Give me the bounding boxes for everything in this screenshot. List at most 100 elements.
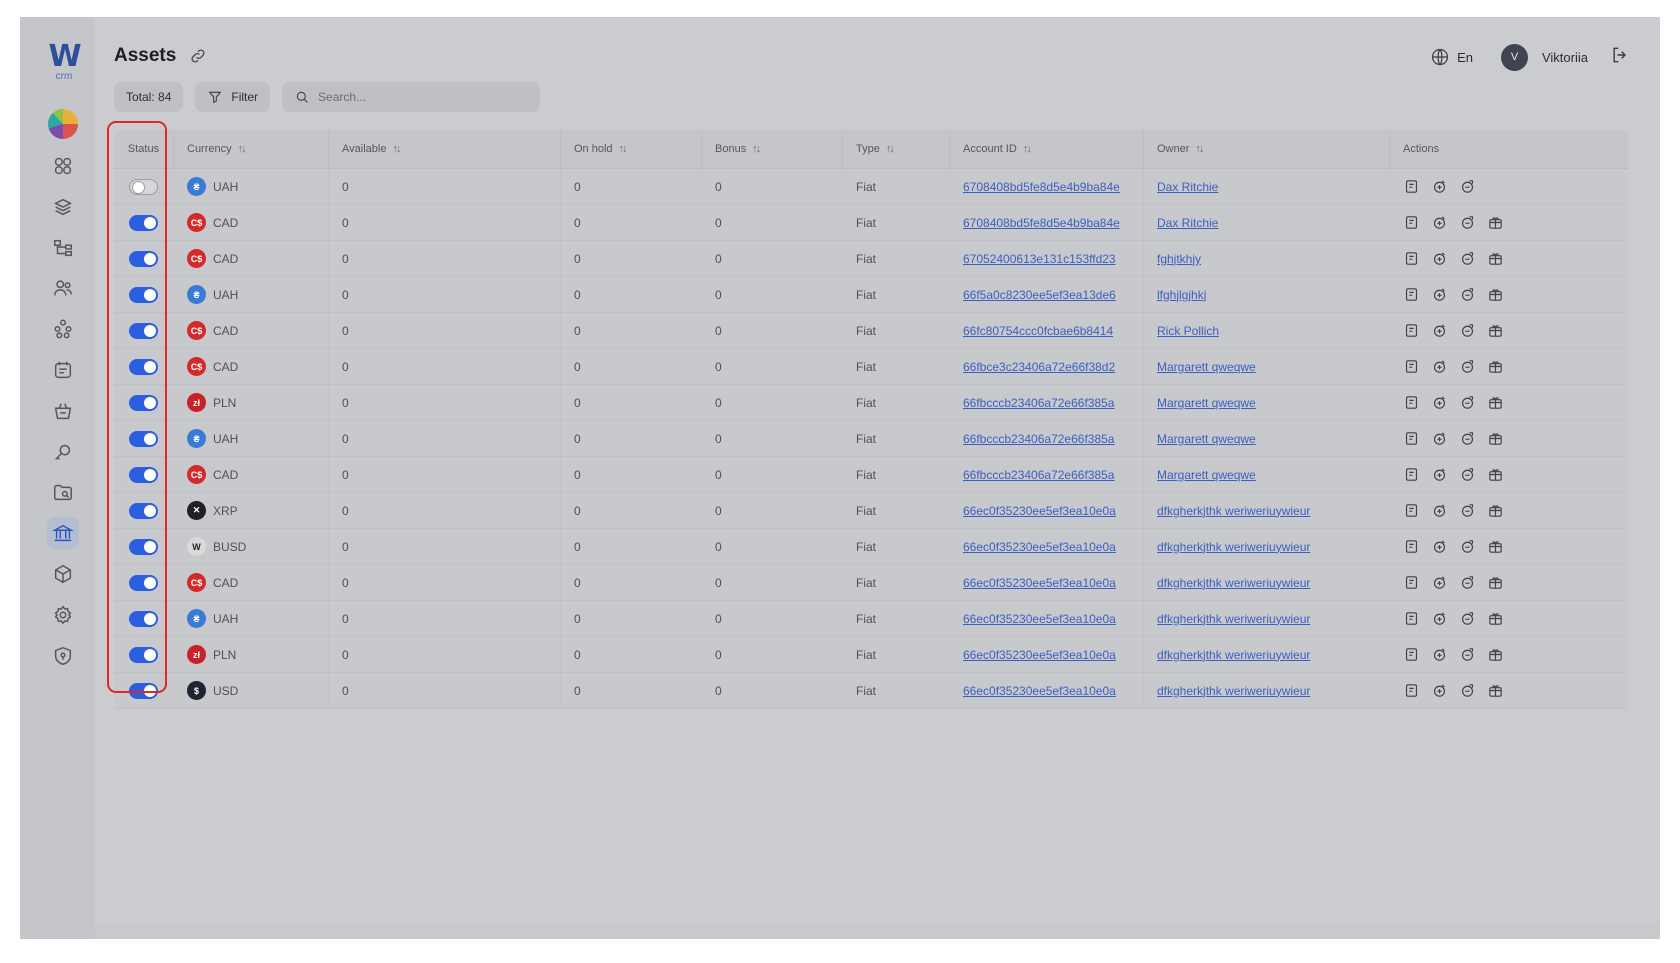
status-toggle[interactable] <box>129 286 158 303</box>
owner-link[interactable]: dfkgherkjthk weriweriuywieur <box>1157 648 1310 662</box>
account-id-link[interactable]: 66fbcccb23406a72e66f385a <box>963 432 1114 446</box>
account-id-link[interactable]: 6708408bd5fe8d5e4b9ba84e <box>963 180 1120 194</box>
account-id-link[interactable]: 66ec0f35230ee5ef3ea10e0a <box>963 576 1116 590</box>
language-switcher[interactable]: En <box>1430 47 1473 67</box>
bonus-icon[interactable] <box>1487 394 1504 411</box>
sidebar-item-basket[interactable] <box>47 395 79 427</box>
deposit-icon[interactable] <box>1431 466 1448 483</box>
bonus-icon[interactable] <box>1487 430 1504 447</box>
owner-link[interactable]: dfkgherkjthk weriweriuywieur <box>1157 504 1310 518</box>
filter-button[interactable]: Filter <box>195 82 271 112</box>
account-id-link[interactable]: 66ec0f35230ee5ef3ea10e0a <box>963 648 1116 662</box>
deposit-icon[interactable] <box>1431 250 1448 267</box>
receipt-icon[interactable] <box>1403 250 1420 267</box>
receipt-icon[interactable] <box>1403 358 1420 375</box>
receipt-icon[interactable] <box>1403 466 1420 483</box>
account-id-link[interactable]: 66ec0f35230ee5ef3ea10e0a <box>963 540 1116 554</box>
status-toggle[interactable] <box>129 646 158 663</box>
account-id-link[interactable]: 66ec0f35230ee5ef3ea10e0a <box>963 504 1116 518</box>
status-toggle[interactable] <box>129 358 158 375</box>
column-header-on-hold[interactable]: On hold ↑↓ <box>560 130 701 168</box>
receipt-icon[interactable] <box>1403 322 1420 339</box>
status-toggle[interactable] <box>129 322 158 339</box>
receipt-icon[interactable] <box>1403 574 1420 591</box>
receipt-icon[interactable] <box>1403 286 1420 303</box>
bonus-icon[interactable] <box>1487 574 1504 591</box>
account-id-link[interactable]: 66f5a0c8230ee5ef3ea13de6 <box>963 288 1116 302</box>
deposit-icon[interactable] <box>1431 610 1448 627</box>
withdraw-icon[interactable] <box>1459 610 1476 627</box>
account-id-link[interactable]: 66ec0f35230ee5ef3ea10e0a <box>963 684 1116 698</box>
withdraw-icon[interactable] <box>1459 358 1476 375</box>
withdraw-icon[interactable] <box>1459 322 1476 339</box>
account-id-link[interactable]: 6708408bd5fe8d5e4b9ba84e <box>963 216 1120 230</box>
receipt-icon[interactable] <box>1403 178 1420 195</box>
receipt-icon[interactable] <box>1403 538 1420 555</box>
column-header-available[interactable]: Available ↑↓ <box>328 130 560 168</box>
bonus-icon[interactable] <box>1487 538 1504 555</box>
status-toggle[interactable] <box>129 574 158 591</box>
withdraw-icon[interactable] <box>1459 214 1476 231</box>
bonus-icon[interactable] <box>1487 214 1504 231</box>
sidebar-item-folder-search[interactable] <box>47 476 79 508</box>
app-logo[interactable]: W crm <box>44 42 84 82</box>
status-toggle[interactable] <box>129 610 158 627</box>
sidebar-item-layers[interactable] <box>47 191 79 223</box>
receipt-icon[interactable] <box>1403 502 1420 519</box>
analytics-pie-icon[interactable] <box>48 109 78 139</box>
bonus-icon[interactable] <box>1487 682 1504 699</box>
deposit-icon[interactable] <box>1431 430 1448 447</box>
deposit-icon[interactable] <box>1431 574 1448 591</box>
status-toggle[interactable] <box>129 466 158 483</box>
avatar[interactable]: V <box>1500 43 1528 71</box>
status-toggle[interactable] <box>129 178 158 195</box>
account-id-link[interactable]: 66fbcccb23406a72e66f385a <box>963 396 1114 410</box>
link-icon[interactable] <box>189 47 207 65</box>
account-id-link[interactable]: 66ec0f35230ee5ef3ea10e0a <box>963 612 1116 626</box>
withdraw-icon[interactable] <box>1459 286 1476 303</box>
owner-link[interactable]: dfkgherkjthk weriweriuywieur <box>1157 684 1310 698</box>
bonus-icon[interactable] <box>1487 646 1504 663</box>
withdraw-icon[interactable] <box>1459 466 1476 483</box>
bonus-icon[interactable] <box>1487 502 1504 519</box>
withdraw-icon[interactable] <box>1459 646 1476 663</box>
sort-icon[interactable]: ↑↓ <box>886 143 895 155</box>
owner-link[interactable]: Dax Ritchie <box>1157 180 1218 194</box>
bonus-icon[interactable] <box>1487 466 1504 483</box>
sort-icon[interactable]: ↑↓ <box>1195 143 1204 155</box>
withdraw-icon[interactable] <box>1459 178 1476 195</box>
owner-link[interactable]: Margarett qweqwe <box>1157 432 1256 446</box>
deposit-icon[interactable] <box>1431 214 1448 231</box>
sort-icon[interactable]: ↑↓ <box>1023 143 1032 155</box>
account-id-link[interactable]: 66fbce3c23406a72e66f38d2 <box>963 360 1115 374</box>
sidebar-item-dashboard-grid[interactable] <box>47 150 79 182</box>
receipt-icon[interactable] <box>1403 682 1420 699</box>
sidebar-item-key[interactable] <box>47 436 79 468</box>
withdraw-icon[interactable] <box>1459 574 1476 591</box>
deposit-icon[interactable] <box>1431 394 1448 411</box>
account-id-link[interactable]: 66fbcccb23406a72e66f385a <box>963 468 1114 482</box>
status-toggle[interactable] <box>129 430 158 447</box>
owner-link[interactable]: dfkgherkjthk weriweriuywieur <box>1157 576 1310 590</box>
account-id-link[interactable]: 66fc80754ccc0fcbae6b8414 <box>963 324 1113 338</box>
bonus-icon[interactable] <box>1487 250 1504 267</box>
sort-icon[interactable]: ↑↓ <box>619 143 628 155</box>
sort-icon[interactable]: ↑↓ <box>392 143 401 155</box>
deposit-icon[interactable] <box>1431 682 1448 699</box>
sidebar-item-hierarchy[interactable] <box>47 232 79 264</box>
deposit-icon[interactable] <box>1431 646 1448 663</box>
withdraw-icon[interactable] <box>1459 430 1476 447</box>
owner-link[interactable]: lfghjlgjhkj <box>1157 288 1206 302</box>
deposit-icon[interactable] <box>1431 322 1448 339</box>
column-header-owner[interactable]: Owner ↑↓ <box>1143 130 1389 168</box>
owner-link[interactable]: Rick Pollich <box>1157 324 1219 338</box>
sidebar-item-notes[interactable] <box>47 354 79 386</box>
account-id-link[interactable]: 67052400613e131c153ffd23 <box>963 252 1116 266</box>
bonus-icon[interactable] <box>1487 610 1504 627</box>
status-toggle[interactable] <box>129 250 158 267</box>
receipt-icon[interactable] <box>1403 394 1420 411</box>
sidebar-item-users[interactable] <box>47 272 79 304</box>
owner-link[interactable]: dfkgherkjthk weriweriuywieur <box>1157 612 1310 626</box>
bonus-icon[interactable] <box>1487 286 1504 303</box>
bonus-icon[interactable] <box>1487 358 1504 375</box>
